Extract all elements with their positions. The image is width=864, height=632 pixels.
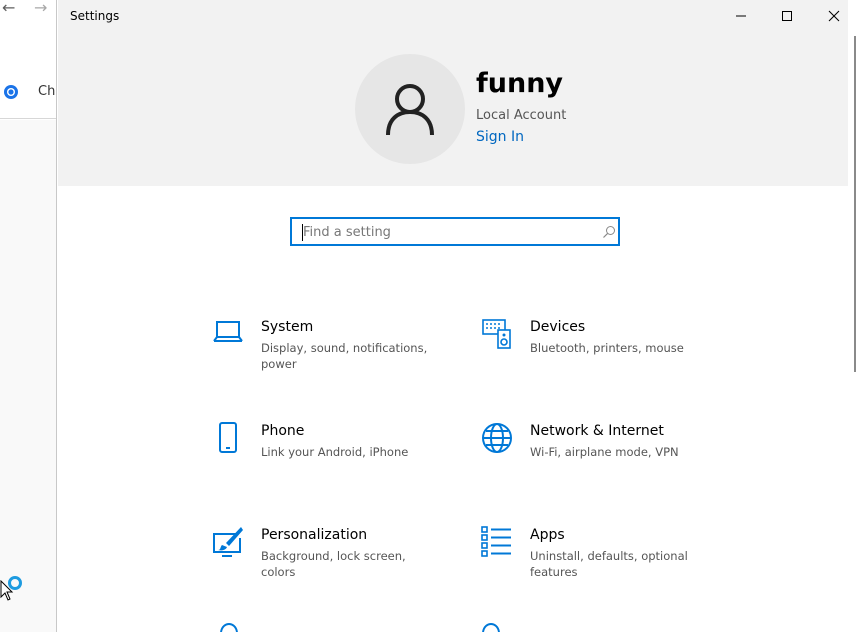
partial-category-icon: [220, 622, 238, 632]
window-title: Settings: [70, 9, 120, 23]
scrollbar[interactable]: [849, 34, 861, 632]
category-devices[interactable]: Devices Bluetooth, printers, mouse: [481, 318, 711, 368]
search-input[interactable]: [303, 222, 593, 242]
close-button[interactable]: [811, 0, 857, 32]
laptop-icon: [213, 321, 243, 342]
avatar[interactable]: [355, 54, 465, 164]
category-description: Background, lock screen, colors: [261, 549, 406, 579]
close-icon: [828, 10, 840, 22]
maximize-icon: [782, 11, 792, 21]
category-description: Display, sound, notifications, power: [261, 341, 428, 371]
category-phone[interactable]: Phone Link your Android, iPhone: [212, 422, 442, 462]
category-title: Network & Internet: [530, 423, 664, 439]
minimize-button[interactable]: [718, 0, 764, 32]
category-title: Phone: [261, 423, 305, 439]
category-personalization[interactable]: Personalization Background, lock screen,…: [212, 526, 442, 579]
search-box[interactable]: [290, 217, 620, 246]
minimize-icon: [736, 15, 746, 17]
text-caret: [302, 224, 303, 241]
maximize-button[interactable]: [764, 0, 810, 32]
category-description: Bluetooth, printers, mouse: [530, 341, 684, 355]
category-description: Wi-Fi, airplane mode, VPN: [530, 445, 679, 459]
scrollbar-thumb[interactable]: [854, 36, 856, 372]
account-type: Local Account: [476, 108, 567, 123]
globe-icon: [482, 423, 512, 453]
category-apps[interactable]: Apps Uninstall, defaults, optional featu…: [481, 526, 711, 579]
sign-in-link[interactable]: Sign In: [476, 129, 524, 145]
keyboard-speaker-icon: [482, 319, 511, 349]
apps-list-icon: [481, 526, 511, 557]
category-title: Devices: [530, 319, 586, 335]
account-username: funny: [476, 68, 564, 99]
phone-icon: [219, 422, 237, 453]
search-icon[interactable]: [602, 225, 616, 239]
category-title: Apps: [530, 527, 565, 543]
person-icon: [386, 84, 434, 136]
category-network[interactable]: Network & Internet Wi-Fi, airplane mode,…: [481, 422, 711, 462]
background-content: [0, 120, 56, 632]
settings-window: funny Local Account Sign In Settings Fin…: [56, 0, 864, 632]
category-system[interactable]: System Display, sound, notifications, po…: [212, 318, 442, 371]
paintbrush-icon: [213, 527, 243, 557]
browser-toolbar: ← → Chr: [0, 0, 61, 119]
partial-category-icon: [482, 622, 500, 632]
forward-arrow-icon[interactable]: →: [34, 0, 47, 16]
chrome-icon: [4, 85, 18, 99]
title-bar[interactable]: Settings: [57, 0, 864, 34]
cursor-icon: [0, 580, 14, 601]
category-description: Link your Android, iPhone: [261, 445, 409, 459]
category-title: System: [261, 319, 314, 335]
back-arrow-icon[interactable]: ←: [2, 0, 15, 16]
category-title: Personalization: [261, 527, 368, 543]
category-description: Uninstall, defaults, optional features: [530, 549, 688, 579]
